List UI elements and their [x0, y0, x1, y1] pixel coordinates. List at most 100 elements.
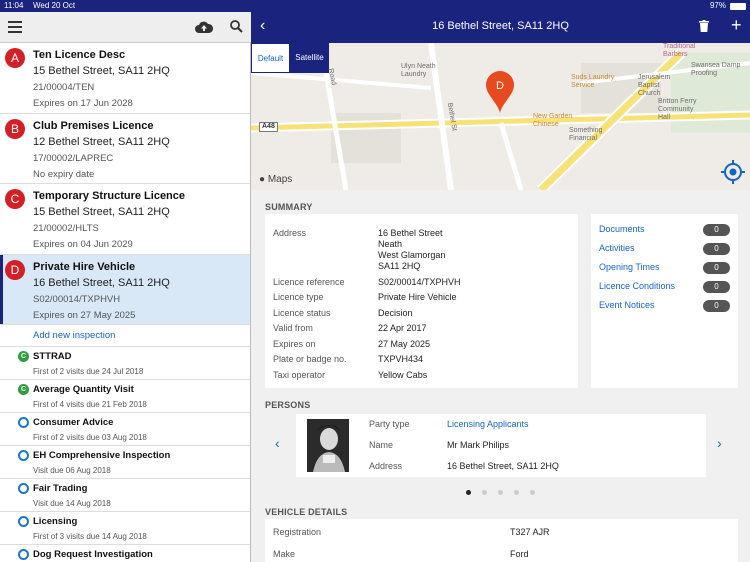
status-date: Wed 20 Oct	[33, 1, 76, 10]
menu-icon[interactable]	[8, 21, 22, 33]
locate-me-icon[interactable]	[721, 160, 745, 184]
previous-person-chevron-icon[interactable]: ‹	[275, 435, 280, 451]
vehicle-card: Registration T327 AJR Make Ford	[265, 519, 738, 562]
add-inspection-link[interactable]: Add new inspection	[0, 325, 250, 347]
summary-value: Decision	[378, 308, 413, 318]
licence-ref: 21/00002/HLTS	[33, 223, 99, 234]
opening-times-link[interactable]: Opening Times	[599, 262, 660, 272]
open-circle-icon	[18, 450, 29, 461]
map-label: Suds Laundry Service	[571, 74, 615, 89]
activities-link[interactable]: Activities	[599, 243, 635, 253]
next-person-chevron-icon[interactable]: ›	[717, 435, 722, 451]
licence-list-pane: A Ten Licence Desc 15 Bethel Street, SA1…	[0, 43, 251, 562]
person-pager[interactable]	[466, 490, 535, 495]
map-label: New Garden Chinese	[533, 113, 573, 128]
documents-link[interactable]: Documents	[599, 224, 645, 234]
licence-item-a[interactable]: A Ten Licence Desc 15 Bethel Street, SA1…	[0, 43, 250, 114]
licence-conditions-link[interactable]: Licence Conditions	[599, 281, 675, 291]
licence-conditions-count-badge: 0	[703, 281, 730, 293]
map-pin-icon[interactable]: D	[486, 71, 514, 113]
summary-card: Address 16 Bethel Street Neath West Glam…	[265, 214, 578, 388]
registration-value: T327 AJR	[510, 527, 550, 537]
licence-name: Club Premises Licence	[33, 119, 154, 132]
party-type-value[interactable]: Licensing Applicants	[447, 419, 529, 429]
person-name-label: Name	[369, 440, 394, 450]
licence-ref: 17/00002/LAPREC	[33, 152, 114, 164]
person-name-value: Mr Mark Philips	[447, 440, 510, 450]
party-type-label: Party type	[369, 419, 410, 429]
inspection-item[interactable]: Consumer Advice First of 2 visits due 03…	[0, 413, 250, 446]
cloud-upload-icon[interactable]	[195, 20, 213, 34]
add-icon[interactable]: +	[731, 15, 742, 36]
summary-address-value: 16 Bethel Street Neath West Glamorgan SA…	[378, 228, 446, 271]
inspection-item[interactable]: Fair Trading Visit due 14 Aug 2018	[0, 479, 250, 512]
person-address-label: Address	[369, 461, 403, 471]
make-label: Make	[273, 549, 296, 559]
inspection-name: Fair Trading	[33, 483, 88, 494]
inspection-item[interactable]: Licensing First of 3 visits due 14 Aug 2…	[0, 512, 250, 545]
open-circle-icon	[18, 483, 29, 494]
page-title: 16 Bethel Street, SA11 2HQ	[432, 20, 569, 32]
inspection-item[interactable]: EH Comprehensive Inspection Visit due 06…	[0, 446, 250, 479]
summary-heading: SUMMARY	[265, 202, 313, 212]
map-label: Traditional Barbers	[663, 43, 696, 58]
licence-address: 12 Bethel Street, SA11 2HQ	[33, 135, 170, 148]
opening-times-count-badge: 0	[703, 262, 730, 274]
inspection-name: STTRAD	[33, 351, 72, 362]
summary-value: 22 Apr 2017	[378, 323, 427, 333]
summary-value: S02/00014/TXPHVH	[378, 277, 461, 287]
map-tab-default[interactable]: Default	[251, 43, 290, 73]
licence-badge: A	[5, 48, 25, 68]
inspection-item[interactable]: C Average Quantity Visit First of 4 visi…	[0, 380, 250, 413]
inspection-item[interactable]: C STTRAD First of 2 visits due 24 Jul 20…	[0, 347, 250, 380]
event-notices-link[interactable]: Event Notices	[599, 300, 655, 310]
map-label: Ulyn Neath Laundry	[401, 63, 436, 78]
inspection-name: Licensing	[33, 516, 78, 527]
licence-name: Temporary Structure Licence	[33, 190, 186, 202]
licence-item-c[interactable]: C Temporary Structure Licence 15 Bethel …	[0, 184, 250, 255]
status-time: 11:04	[4, 1, 24, 10]
make-value: Ford	[510, 549, 529, 559]
vehicle-heading: VEHICLE DETAILS	[265, 507, 348, 517]
completed-check-icon: C	[18, 351, 29, 362]
person-address-value: 16 Bethel Street, SA11 2HQ	[447, 461, 559, 471]
inspection-due: First of 3 visits due 14 Aug 2018	[33, 532, 147, 541]
licence-name: Ten Licence Desc	[33, 49, 126, 61]
detail-header: ‹ 16 Bethel Street, SA11 2HQ +	[251, 12, 750, 43]
person-photo	[307, 419, 349, 472]
map-label: Swansea Damp Proofing	[691, 62, 741, 77]
location-map[interactable]: Default Satellite Ulyn Neath Laundry Sud…	[251, 43, 750, 190]
registration-label: Registration	[273, 527, 322, 537]
maps-provider-label: Maps	[267, 174, 293, 185]
licence-badge: C	[5, 189, 25, 209]
inspection-item[interactable]: Dog Request Investigation	[0, 545, 250, 562]
map-tab-satellite[interactable]: Satellite	[290, 43, 329, 73]
person-card[interactable]: Party type Licensing Applicants Name Mr …	[296, 414, 706, 477]
summary-label: Address	[273, 228, 307, 238]
licence-address: 16 Bethel Street, SA11 2HQ	[33, 276, 170, 289]
summary-label: Taxi operator	[273, 370, 326, 380]
summary-value: 27 May 2025	[378, 339, 431, 349]
road-shield-label: A48	[259, 122, 278, 132]
licence-ref: 21/00004/TEN	[33, 82, 95, 93]
maps-attribution: ● Maps	[259, 174, 292, 185]
search-icon[interactable]	[230, 20, 243, 33]
licence-expiry: Expires on 04 Jun 2029	[33, 239, 133, 250]
licence-address: 15 Bethel Street, SA11 2HQ	[33, 65, 170, 77]
inspection-due: Visit due 06 Aug 2018	[33, 466, 111, 475]
summary-value: Yellow Cabs	[378, 370, 428, 380]
licence-item-b[interactable]: B Club Premises Licence 12 Bethel Street…	[0, 114, 250, 184]
detail-content[interactable]: SUMMARY Address 16 Bethel Street Neath W…	[251, 190, 750, 562]
activities-count-badge: 0	[703, 243, 730, 255]
battery-percent: 97%	[709, 1, 726, 10]
licence-item-d[interactable]: D Private Hire Vehicle 16 Bethel Street,…	[0, 254, 250, 325]
trash-icon[interactable]	[699, 20, 709, 32]
inspection-due: First of 4 visits due 21 Feb 2018	[33, 400, 147, 409]
licence-badge: B	[5, 118, 25, 139]
map-label: Jerusalem Baptist Church	[638, 74, 671, 97]
inspection-name: Average Quantity Visit	[33, 384, 134, 395]
summary-label: Licence reference	[273, 277, 345, 287]
list-toolbar	[0, 12, 251, 43]
licence-address: 15 Bethel Street, SA11 2HQ	[33, 206, 170, 218]
summary-label: Plate or badge no.	[273, 354, 347, 364]
